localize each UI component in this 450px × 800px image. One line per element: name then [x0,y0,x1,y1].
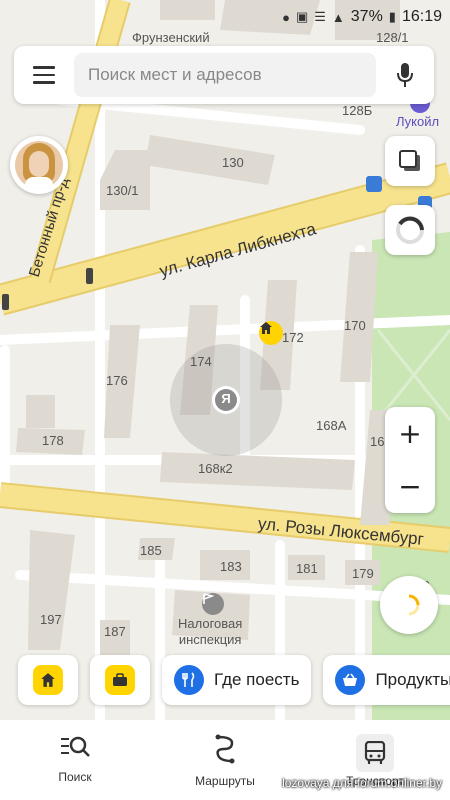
zoom-controls: + − [385,407,435,513]
government-building-icon[interactable] [202,593,224,615]
battery-percent: 37% [350,8,383,25]
building-label: 16 [370,434,385,449]
chip-groceries-button[interactable]: Продукты [323,655,450,705]
building-label: 179 [352,566,374,581]
category-chips: Где поесть Продукты [18,655,450,705]
building-label: 128Б [342,103,373,118]
transit-stop-icon[interactable] [366,176,382,192]
building-label: 170 [344,318,366,333]
profile-avatar[interactable] [10,136,68,194]
building-label: 187 [104,624,126,639]
sim-icon: ▣ [295,9,309,24]
hamburger-line [33,73,55,77]
clock: 16:19 [401,8,442,25]
tab-label: Маршруты [195,774,255,788]
traffic-light-icon [86,268,93,284]
signal-icon: ▲ [331,9,345,25]
basket-icon [335,665,366,695]
menu-button[interactable] [14,46,74,104]
layers-icon [399,150,420,171]
vibrate-icon: ☰ [314,9,326,24]
tab-search[interactable]: Поиск [10,734,140,784]
layers-button[interactable] [385,136,435,186]
building-label: 168к2 [198,461,233,476]
building-label: 185 [140,543,162,558]
hamburger-icon [33,66,55,69]
traffic-icon [396,216,424,244]
building-label: 168А [316,418,347,433]
home-icon [33,665,63,695]
building-label: 178 [42,433,64,448]
search-input[interactable]: Поиск мест и адресов [74,53,376,97]
zoom-in-button[interactable]: + [385,407,435,460]
tab-routes[interactable]: Маршруты [160,734,290,788]
chip-food-button[interactable]: Где поесть [162,655,312,705]
battery-icon: ▮ [388,9,396,24]
tab-label: Поиск [58,770,92,784]
bus-icon [364,741,386,764]
building-label: 176 [106,373,128,388]
home-chip-button[interactable] [18,655,78,705]
locate-me-button[interactable] [380,576,438,634]
hamburger-line [33,81,55,84]
home-marker-icon[interactable] [259,321,283,345]
search-bar: Поиск мест и адресов [14,46,434,104]
building-label: 130/1 [106,183,139,198]
work-chip-button[interactable] [90,655,150,705]
traffic-light-icon [2,294,9,310]
search-list-icon [61,736,90,757]
poi-lukoil[interactable]: Лукойл [396,114,439,129]
zoom-out-button[interactable]: − [385,460,435,513]
location-icon: ● [282,9,290,25]
building-label: 174 [190,354,212,369]
traffic-button[interactable] [385,205,435,255]
briefcase-icon [105,665,135,695]
poi-tax-office[interactable]: Налоговая инспекция [178,616,242,648]
building-label: 130 [222,155,244,170]
building-label: 181 [296,561,318,576]
building-label: 172 [282,330,304,345]
voice-search-button[interactable] [376,46,434,104]
chip-label: Продукты [375,670,450,689]
locate-icon [408,594,420,616]
avatar [15,141,63,189]
status-bar: ● ▣ ☰ ▲ 37% ▮ 16:19 [0,0,450,34]
user-location-marker[interactable]: Я [218,391,234,409]
fork-knife-icon [174,665,204,695]
building-label: 197 [40,612,62,627]
chip-label: Где поесть [214,670,300,689]
watermark: lozovaya для forum.onliner.by [282,776,442,790]
building-label: 183 [220,559,242,574]
bottom-tab-bar: Поиск Маршруты Транспорт lozovaya для fo… [0,720,450,800]
microphone-icon [397,63,413,87]
route-icon [215,734,235,764]
